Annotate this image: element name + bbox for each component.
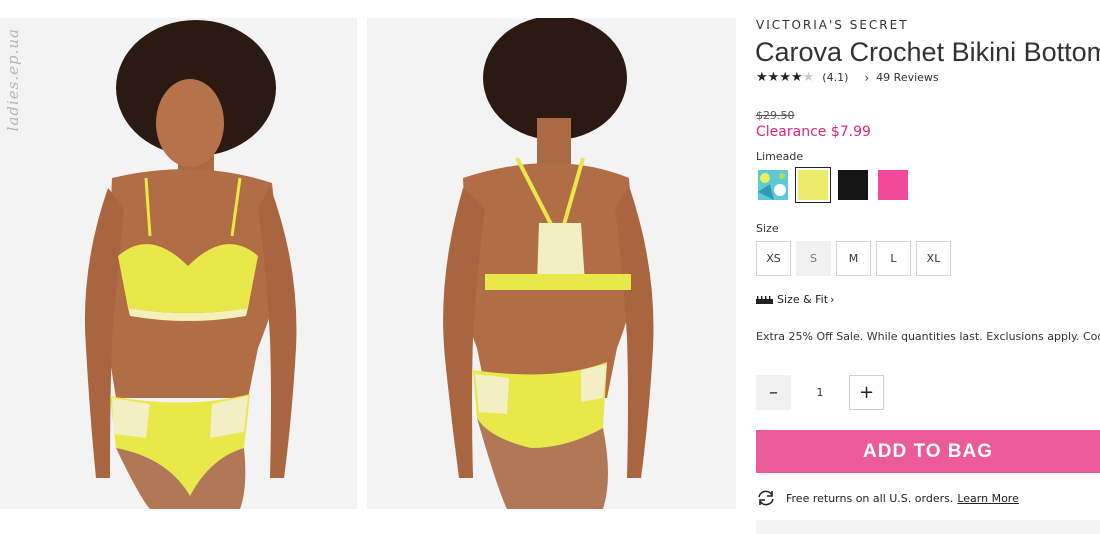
rating-row: ★★★★★ (4.1) › 49 Reviews	[756, 70, 939, 85]
rating-stars: ★★★★★	[756, 70, 814, 85]
model-front-illustration	[0, 18, 357, 509]
ruler-icon	[756, 295, 773, 304]
quantity-decrease-button[interactable]: –	[756, 375, 791, 410]
size-m-button[interactable]: M	[836, 241, 871, 276]
next-section-panel	[756, 520, 1100, 534]
size-l-button[interactable]: L	[876, 241, 911, 276]
original-price: $29.50	[756, 109, 795, 122]
swatch-floral-print[interactable]	[756, 168, 790, 202]
model-back-illustration	[367, 18, 736, 509]
size-options: XS S M L XL	[756, 241, 951, 276]
swatch-limeade[interactable]	[795, 167, 831, 203]
learn-more-link[interactable]: Learn More	[957, 492, 1019, 505]
size-fit-label: Size & Fit	[777, 293, 829, 306]
size-xs-button[interactable]: XS	[756, 241, 791, 276]
sale-price: Clearance $7.99	[756, 124, 871, 140]
star-icon: ★	[790, 70, 803, 85]
add-to-bag-button[interactable]: ADD TO BAG	[756, 430, 1100, 473]
returns-info: Free returns on all U.S. orders. Learn M…	[756, 489, 1019, 507]
floral-pattern-icon	[758, 170, 788, 200]
reviews-link[interactable]: 49 Reviews	[876, 71, 938, 84]
product-title: Carova Crochet Bikini Bottom	[755, 37, 1100, 67]
rating-value: (4.1)	[822, 71, 849, 84]
watermark-text: ladies.ep.ua	[4, 28, 22, 132]
chevron-right-icon: ›	[830, 293, 835, 306]
star-empty-icon: ★	[802, 70, 815, 85]
size-label: Size	[756, 222, 779, 235]
swatch-pink[interactable]	[876, 168, 910, 202]
size-xl-button[interactable]: XL	[916, 241, 951, 276]
returns-text: Free returns on all U.S. orders.	[786, 491, 954, 505]
swatch-fill	[878, 170, 908, 200]
swatch-fill	[838, 170, 868, 200]
star-icon: ★	[756, 70, 768, 85]
swatch-black[interactable]	[836, 168, 870, 202]
size-s-button[interactable]: S	[796, 241, 831, 276]
color-swatches	[756, 167, 910, 203]
return-arrows-icon	[758, 490, 774, 506]
product-image-front[interactable]: ladies.ep.ua	[0, 18, 357, 509]
quantity-value[interactable]: 1	[791, 386, 849, 399]
brand-name: VICTORIA'S SECRET	[756, 18, 909, 32]
size-fit-link[interactable]: Size & Fit ›	[756, 293, 834, 306]
star-icon: ★	[767, 70, 780, 85]
quantity-stepper: – 1 +	[756, 375, 884, 410]
star-icon: ★	[779, 70, 791, 85]
quantity-increase-button[interactable]: +	[849, 375, 884, 410]
swatch-fill	[798, 170, 828, 200]
promo-text: Extra 25% Off Sale. While quantities las…	[756, 330, 1100, 343]
selected-color-label: Limeade	[756, 150, 804, 163]
product-image-back[interactable]	[367, 18, 736, 509]
chevron-right-icon: ›	[864, 70, 870, 85]
